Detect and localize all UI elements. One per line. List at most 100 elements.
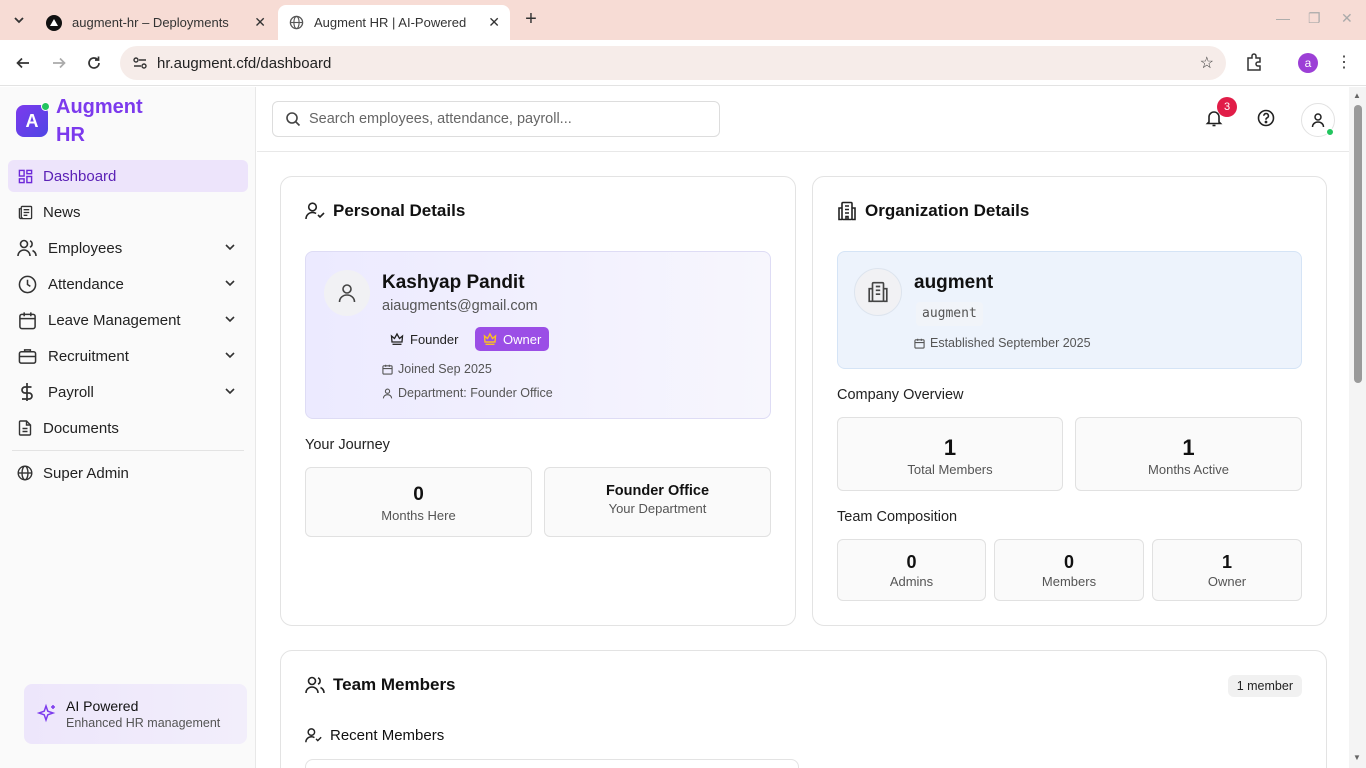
online-status-dot: [1326, 128, 1334, 136]
user-menu-button[interactable]: [1301, 103, 1335, 137]
user-icon: [338, 284, 356, 303]
organization-details-card: Organization Details augment augment Est…: [812, 176, 1327, 626]
sidebar-item-label: Super Admin: [43, 464, 129, 482]
sidebar-item-label: Leave Management: [48, 311, 181, 329]
browser-profile-avatar[interactable]: a: [1298, 53, 1318, 73]
organization-logo: [854, 268, 902, 316]
browser-tabstrip: augment-hr – Deployments ✕ Augment HR | …: [0, 0, 1366, 40]
scrollbar-thumb[interactable]: [1354, 105, 1362, 383]
employee-name: Kashyap Pandit: [382, 272, 525, 293]
owner-badge: Owner: [475, 327, 550, 351]
chevron-down-icon: [225, 244, 235, 251]
total-members-stat: 1 Total Members: [837, 417, 1063, 491]
months-active-stat: 1 Months Active: [1075, 417, 1302, 491]
brand-name: Augment HR: [56, 96, 143, 146]
ai-card-title: AI Powered: [66, 698, 139, 714]
sidebar-item-label: News: [43, 203, 81, 221]
months-here-stat: 0 Months Here: [305, 467, 532, 537]
arrow-right-icon: [53, 57, 66, 69]
calendar-icon: [16, 311, 38, 329]
chevron-down-icon: [225, 352, 235, 359]
scroll-up-icon[interactable]: ▲: [1353, 91, 1361, 100]
close-tab-icon[interactable]: ✕: [254, 14, 266, 31]
clock-icon: [16, 275, 38, 293]
sidebar-item-attendance[interactable]: Attendance: [8, 268, 248, 300]
url-text: hr.augment.cfd/dashboard: [157, 54, 332, 72]
sidebar-nav: Dashboard News Employees Attendance Leav…: [8, 160, 248, 493]
brand[interactable]: A Augment HR: [16, 93, 166, 149]
bookmark-star-icon[interactable]: ☆: [1200, 53, 1214, 73]
member-count-badge: 1 member: [1227, 675, 1302, 697]
tab-title: augment-hr – Deployments: [72, 15, 229, 30]
team-members-card: Team Members 1 member Recent Members: [280, 650, 1327, 768]
building-icon: [837, 201, 857, 221]
new-tab-button[interactable]: +: [520, 9, 542, 31]
reload-icon: [88, 56, 100, 69]
app-header: 3: [257, 87, 1349, 152]
maximize-icon[interactable]: ❐: [1308, 10, 1321, 27]
organization-summary: augment augment Established September 20…: [837, 251, 1302, 369]
globe-icon: [288, 15, 304, 31]
reload-button[interactable]: [83, 52, 105, 74]
search-input[interactable]: [309, 111, 709, 127]
profile-summary: Kashyap Pandit aiaugments@gmail.com Foun…: [305, 251, 771, 419]
role-badge: Founder: [382, 327, 466, 351]
sidebar: A Augment HR Dashboard News Employees At…: [0, 87, 256, 768]
sidebar-item-employees[interactable]: Employees: [8, 232, 248, 264]
newspaper-icon: [16, 203, 34, 221]
user-check-icon: [305, 201, 325, 221]
chevron-down-icon: [225, 388, 235, 395]
sidebar-item-news[interactable]: News: [8, 196, 248, 228]
brand-logo: A: [16, 102, 50, 137]
sidebar-item-documents[interactable]: Documents: [8, 412, 248, 444]
site-settings-icon[interactable]: [130, 55, 150, 71]
user-icon: [1310, 112, 1326, 128]
tab-search-button[interactable]: [8, 9, 30, 31]
sidebar-item-super-admin[interactable]: Super Admin: [8, 457, 248, 489]
browser-toolbar: hr.augment.cfd/dashboard ☆ a ⋮: [0, 40, 1366, 86]
calendar-icon: [914, 338, 925, 349]
calendar-icon: [382, 364, 393, 375]
browser-menu-icon[interactable]: ⋮: [1336, 52, 1352, 72]
dollar-icon: [16, 383, 38, 401]
scroll-down-icon[interactable]: ▼: [1353, 753, 1361, 762]
sidebar-item-recruitment[interactable]: Recruitment: [8, 340, 248, 372]
back-button[interactable]: [12, 52, 34, 74]
established-date: Established September 2025: [914, 336, 1091, 350]
minimize-icon[interactable]: —: [1276, 10, 1290, 26]
page-scrollbar[interactable]: ▲ ▼: [1349, 87, 1366, 768]
sidebar-item-payroll[interactable]: Payroll: [8, 376, 248, 408]
browser-tab-deployments[interactable]: augment-hr – Deployments ✕: [36, 5, 276, 40]
members-stat: 0 Members: [994, 539, 1144, 601]
avatar: [324, 270, 370, 316]
sidebar-item-label: Dashboard: [43, 167, 117, 185]
card-title: Organization Details: [837, 201, 1029, 221]
close-window-icon[interactable]: ✕: [1341, 10, 1353, 27]
sidebar-item-leave-management[interactable]: Leave Management: [8, 304, 248, 336]
vercel-icon: [46, 14, 62, 31]
document-icon: [16, 419, 34, 437]
sidebar-item-dashboard[interactable]: Dashboard: [8, 160, 248, 192]
personal-details-card: Personal Details Kashyap Pandit aiaugmen…: [280, 176, 796, 626]
company-overview-label: Company Overview: [837, 387, 964, 403]
forward-button[interactable]: [48, 52, 70, 74]
sidebar-item-label: Payroll: [48, 383, 94, 401]
organization-slug: augment: [916, 302, 983, 326]
chevron-down-icon: [225, 316, 235, 323]
close-tab-icon[interactable]: ✕: [488, 14, 500, 31]
status-dot: [41, 102, 50, 111]
search-box[interactable]: [272, 101, 720, 137]
organization-name: augment: [914, 272, 994, 293]
notification-count-badge[interactable]: 3: [1217, 97, 1237, 117]
arrow-left-icon: [16, 57, 29, 69]
department-info: Department: Founder Office: [382, 386, 553, 400]
owner-stat: 1 Owner: [1152, 539, 1302, 601]
address-bar[interactable]: hr.augment.cfd/dashboard ☆: [120, 46, 1226, 80]
card-title: Team Members: [305, 675, 456, 695]
extensions-icon[interactable]: [1244, 52, 1264, 77]
journey-label: Your Journey: [305, 437, 390, 453]
chevron-down-icon: [14, 17, 24, 24]
help-icon[interactable]: [1257, 109, 1275, 132]
member-list-item[interactable]: [305, 759, 799, 768]
browser-tab-augment[interactable]: Augment HR | AI-Powered ✕: [278, 5, 510, 40]
